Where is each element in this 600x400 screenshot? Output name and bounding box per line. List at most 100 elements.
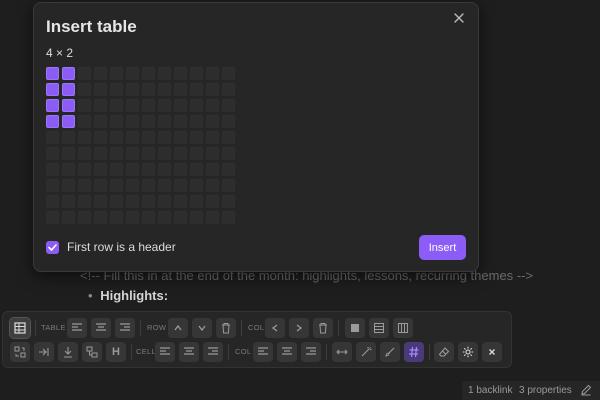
delete-row-icon[interactable] (216, 318, 236, 338)
move-down-icon[interactable] (58, 342, 78, 362)
align-center-icon[interactable] (91, 318, 111, 338)
grid-cell[interactable] (222, 179, 235, 192)
grid-cell[interactable] (46, 67, 59, 80)
align-right-icon[interactable] (115, 318, 135, 338)
grid-cell[interactable] (46, 195, 59, 208)
grid-cell[interactable] (174, 115, 187, 128)
col-align-center-icon[interactable] (277, 342, 297, 362)
select-all-icon[interactable] (345, 318, 365, 338)
grid-cell[interactable] (174, 99, 187, 112)
grid-cell[interactable] (190, 195, 203, 208)
grid-cell[interactable] (78, 99, 91, 112)
grid-cell[interactable] (158, 211, 171, 224)
grid-cell[interactable] (94, 67, 107, 80)
chevron-left-icon[interactable] (265, 318, 285, 338)
grid-cell[interactable] (110, 195, 123, 208)
grid-cell[interactable] (126, 131, 139, 144)
grid-cell[interactable] (222, 83, 235, 96)
grid-cell[interactable] (78, 147, 91, 160)
grid-cell[interactable] (94, 147, 107, 160)
grid-cell[interactable] (110, 99, 123, 112)
grid-cell[interactable] (62, 99, 75, 112)
grid-cell[interactable] (46, 163, 59, 176)
grid-cell[interactable] (62, 67, 75, 80)
grid-cell[interactable] (158, 115, 171, 128)
grid-cell[interactable] (190, 163, 203, 176)
chevron-down-icon[interactable] (192, 318, 212, 338)
grid-cell[interactable] (110, 131, 123, 144)
grid-cell[interactable] (174, 131, 187, 144)
grid-cell[interactable] (158, 147, 171, 160)
cell-align-right-icon[interactable] (203, 342, 223, 362)
grid-cell[interactable] (62, 179, 75, 192)
grid-cell[interactable] (174, 195, 187, 208)
grid-cell[interactable] (190, 67, 203, 80)
grid-cell[interactable] (158, 131, 171, 144)
tab-next-icon[interactable] (34, 342, 54, 362)
grid-cell[interactable] (78, 131, 91, 144)
edit-pen-icon[interactable] (580, 384, 592, 396)
delete-column-icon[interactable] (313, 318, 333, 338)
grid-cell[interactable] (110, 211, 123, 224)
select-row-icon[interactable] (369, 318, 389, 338)
col-align-left-icon[interactable] (253, 342, 273, 362)
grid-cell[interactable] (206, 163, 219, 176)
table-size-grid[interactable] (46, 67, 235, 224)
grid-cell[interactable] (142, 131, 155, 144)
align-left-icon[interactable] (67, 318, 87, 338)
grid-cell[interactable] (158, 195, 171, 208)
grid-cell[interactable] (222, 67, 235, 80)
grid-cell[interactable] (190, 147, 203, 160)
properties-count[interactable]: 3 properties (519, 385, 572, 396)
grid-cell[interactable] (126, 147, 139, 160)
grid-cell[interactable] (174, 67, 187, 80)
grid-cell[interactable] (62, 131, 75, 144)
grid-cell[interactable] (206, 211, 219, 224)
grid-cell[interactable] (142, 115, 155, 128)
grid-cell[interactable] (142, 195, 155, 208)
grid-cell[interactable] (78, 115, 91, 128)
grid-cell[interactable] (94, 211, 107, 224)
grid-cell[interactable] (126, 99, 139, 112)
grid-cell[interactable] (190, 131, 203, 144)
grid-cell[interactable] (110, 147, 123, 160)
grid-cell[interactable] (142, 163, 155, 176)
grid-cell[interactable] (206, 83, 219, 96)
grid-cell[interactable] (126, 211, 139, 224)
grid-cell[interactable] (158, 67, 171, 80)
grid-cell[interactable] (190, 99, 203, 112)
grid-cell[interactable] (222, 115, 235, 128)
grid-cell[interactable] (62, 163, 75, 176)
grid-cell[interactable] (78, 195, 91, 208)
merge-cells-icon[interactable] (82, 342, 102, 362)
grid-cell[interactable] (78, 179, 91, 192)
cell-align-left-icon[interactable] (155, 342, 175, 362)
grid-cell[interactable] (174, 163, 187, 176)
grid-cell[interactable] (126, 67, 139, 80)
grid-cell[interactable] (126, 179, 139, 192)
table-icon[interactable] (9, 317, 31, 339)
grid-cell[interactable] (158, 179, 171, 192)
grid-cell[interactable] (94, 131, 107, 144)
grid-cell[interactable] (142, 147, 155, 160)
grid-cell[interactable] (206, 147, 219, 160)
grid-cell[interactable] (110, 83, 123, 96)
grid-cell[interactable] (126, 115, 139, 128)
expand-width-icon[interactable] (332, 342, 352, 362)
grid-cell[interactable] (94, 179, 107, 192)
grid-cell[interactable] (126, 163, 139, 176)
grid-cell[interactable] (62, 195, 75, 208)
grid-cell[interactable] (46, 115, 59, 128)
grid-cell[interactable] (206, 131, 219, 144)
grid-cell[interactable] (62, 115, 75, 128)
grid-cell[interactable] (174, 179, 187, 192)
close-icon[interactable] (452, 11, 466, 25)
grid-cell[interactable] (222, 195, 235, 208)
grid-cell[interactable] (78, 211, 91, 224)
grid-cell[interactable] (94, 83, 107, 96)
grid-cell[interactable] (158, 99, 171, 112)
grid-cell[interactable] (222, 163, 235, 176)
gear-icon[interactable] (458, 342, 478, 362)
header-checkbox[interactable] (46, 241, 59, 254)
grid-cell[interactable] (62, 83, 75, 96)
